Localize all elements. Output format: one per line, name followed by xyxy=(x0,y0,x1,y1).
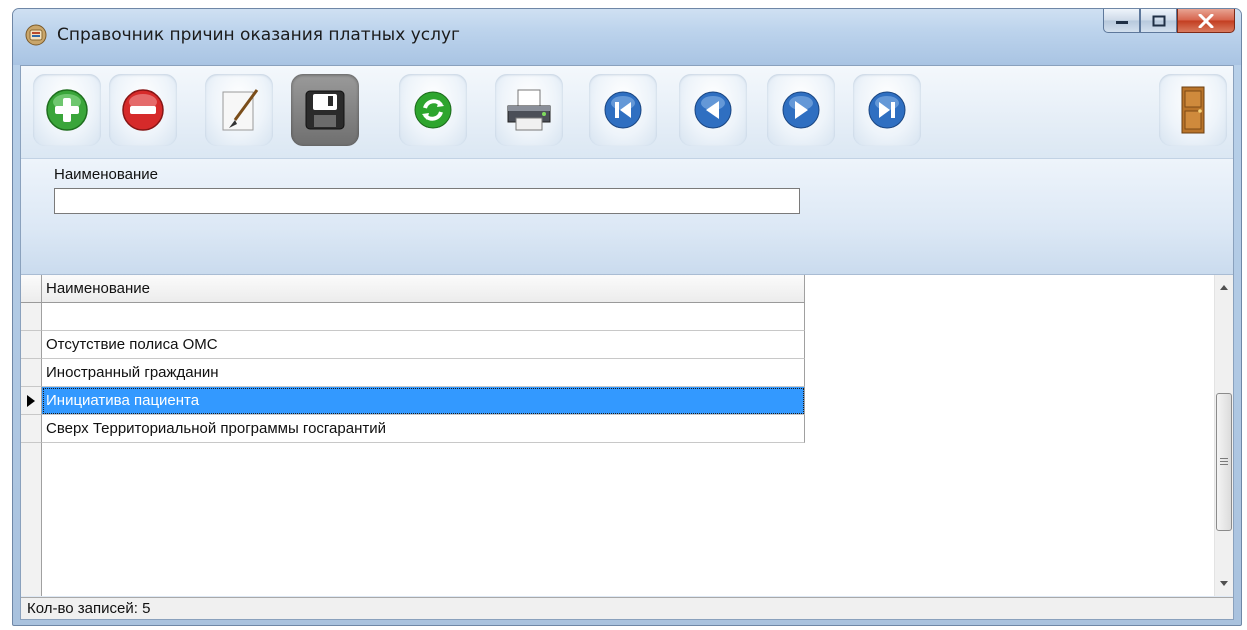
door-exit-icon xyxy=(1181,86,1205,134)
table-row[interactable]: Отсутствие полиса ОМС xyxy=(21,331,805,359)
grid-header-row: Наименование xyxy=(21,275,805,303)
app-database-icon xyxy=(25,24,47,46)
maximize-button[interactable] xyxy=(1140,9,1177,33)
floppy-disk-icon xyxy=(305,90,345,130)
record-count-text: Кол-во записей: 5 xyxy=(27,600,151,617)
previous-record-button[interactable] xyxy=(679,74,747,146)
status-bar: Кол-во записей: 5 xyxy=(21,597,1233,619)
table-cell[interactable] xyxy=(42,303,805,331)
vertical-scrollbar[interactable] xyxy=(1214,275,1233,596)
scrollbar-thumb[interactable] xyxy=(1216,393,1232,531)
close-button[interactable] xyxy=(1177,9,1235,33)
client-area: Наименование Наименование Отсутствие пол… xyxy=(20,65,1234,620)
edit-button[interactable] xyxy=(205,74,273,146)
exit-button[interactable] xyxy=(1159,74,1227,146)
previous-record-icon xyxy=(694,91,732,129)
scroll-down-arrow-icon[interactable] xyxy=(1215,574,1233,592)
next-record-icon xyxy=(782,91,820,129)
last-record-button[interactable] xyxy=(853,74,921,146)
minimize-button[interactable] xyxy=(1103,9,1140,33)
scroll-up-arrow-icon[interactable] xyxy=(1215,279,1233,297)
table-cell[interactable]: Иностранный гражданин xyxy=(42,359,805,387)
first-record-button[interactable] xyxy=(589,74,657,146)
print-button[interactable] xyxy=(495,74,563,146)
table-row[interactable]: Иностранный гражданин xyxy=(21,359,805,387)
title-bar[interactable]: Справочник причин оказания платных услуг xyxy=(13,9,1241,65)
current-row-arrow-icon xyxy=(27,395,35,407)
save-button[interactable] xyxy=(291,74,359,146)
table-row[interactable] xyxy=(21,303,805,331)
next-record-button[interactable] xyxy=(767,74,835,146)
name-filter-label: Наименование xyxy=(54,166,158,183)
window-controls xyxy=(1103,9,1235,35)
name-filter-input[interactable] xyxy=(54,188,800,214)
brush-edit-icon xyxy=(222,89,259,131)
table-cell[interactable]: Отсутствие полиса ОМС xyxy=(42,331,805,359)
header-indicator-cell xyxy=(21,275,42,303)
toolbar xyxy=(21,66,1233,159)
close-icon xyxy=(1198,13,1214,28)
grip-icon xyxy=(1220,458,1228,465)
data-grid: Наименование Отсутствие полиса ОМС Иност… xyxy=(21,275,1233,596)
table-cell[interactable]: Инициатива пациента xyxy=(42,387,805,415)
first-record-icon xyxy=(604,91,642,129)
printer-icon xyxy=(507,89,551,131)
app-window: Справочник причин оказания платных услуг xyxy=(12,8,1242,626)
row-indicator xyxy=(21,303,42,331)
row-indicator xyxy=(21,359,42,387)
filter-panel: Наименование xyxy=(21,159,1233,275)
table-row-selected[interactable]: Инициатива пациента xyxy=(21,387,805,415)
refresh-icon xyxy=(414,91,452,129)
delete-button[interactable] xyxy=(109,74,177,146)
last-record-icon xyxy=(868,91,906,129)
plus-circle-icon xyxy=(46,89,88,131)
table-row[interactable]: Сверх Территориальной программы госгаран… xyxy=(21,415,805,443)
add-button[interactable] xyxy=(33,74,101,146)
row-indicator-current xyxy=(21,387,42,415)
maximize-icon xyxy=(1152,15,1165,26)
refresh-button[interactable] xyxy=(399,74,467,146)
column-header-name[interactable]: Наименование xyxy=(42,275,805,303)
minus-circle-icon xyxy=(122,89,164,131)
table-cell[interactable]: Сверх Территориальной программы госгаран… xyxy=(42,415,805,443)
row-indicator xyxy=(21,331,42,359)
window-title: Справочник причин оказания платных услуг xyxy=(57,25,460,45)
row-indicator xyxy=(21,415,42,443)
minimize-icon xyxy=(1115,20,1128,24)
